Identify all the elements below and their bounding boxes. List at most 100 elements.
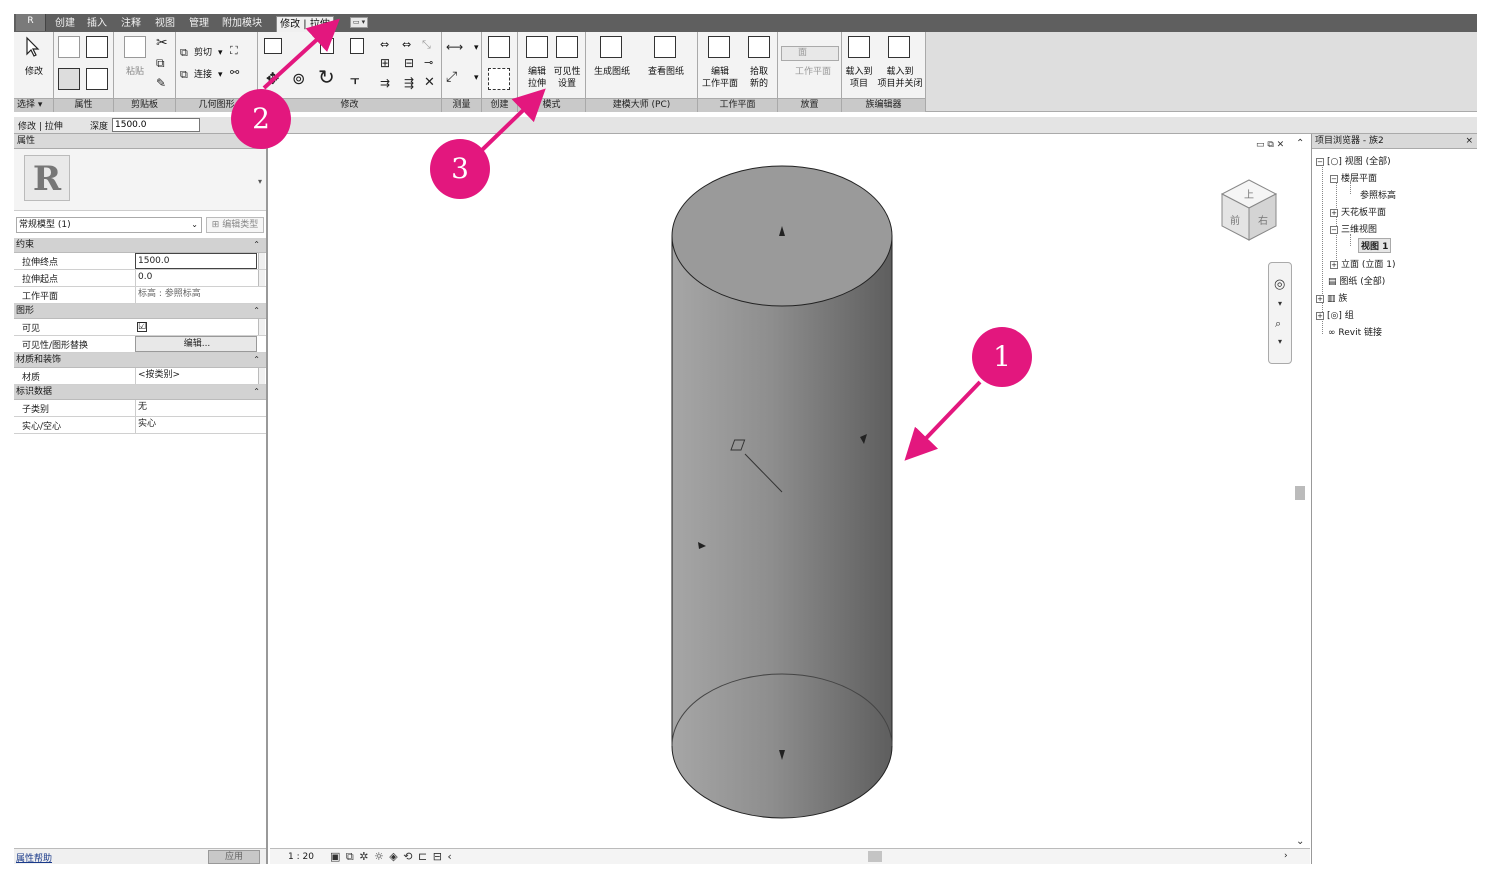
group-constraints[interactable]: 约束 ⌃ xyxy=(14,238,266,253)
collapse-icon[interactable]: − xyxy=(1330,174,1338,183)
tree-node-families[interactable]: + ▥ 族 xyxy=(1316,291,1347,304)
copy-icon[interactable]: ⧉ xyxy=(156,56,165,70)
visible-checkbox[interactable]: ☑ xyxy=(137,322,147,332)
panel-title-select[interactable]: 选择 ▾ xyxy=(14,98,53,112)
tab-insert[interactable]: 插入 xyxy=(84,16,110,32)
visibility-settings-icon[interactable] xyxy=(556,36,578,58)
group-materials[interactable]: 材质和装饰 ⌃ xyxy=(14,353,266,368)
edit-extrusion-icon[interactable] xyxy=(526,36,548,58)
depth-input[interactable] xyxy=(112,118,200,132)
generate-drawing-label[interactable]: 生成图纸 xyxy=(590,66,634,78)
wall-joins-icon[interactable]: ⚯ xyxy=(230,66,239,80)
cut-dropdown[interactable]: ▾ xyxy=(218,47,223,59)
create-group-icon[interactable] xyxy=(488,36,510,58)
tree-node-revit-links[interactable]: ∞ Revit 链接 xyxy=(1328,325,1382,338)
trim-extend-icon[interactable]: ⇶ xyxy=(404,76,414,90)
load-into-project-label[interactable]: 载入到 项目 xyxy=(842,66,876,90)
tab-addins[interactable]: 附加模块 xyxy=(220,16,264,32)
extrusion-start-field[interactable]: 0.0 xyxy=(135,270,257,286)
cut-icon[interactable]: ✂ xyxy=(156,36,168,50)
zoom-region-icon[interactable]: ⌕ xyxy=(1275,317,1281,331)
tree-node-sheets[interactable]: ▤ 图纸 (全部) xyxy=(1328,274,1385,287)
view-control-icons[interactable]: ▣ ⧉ ✲ ☼ ◈ ⟲ ⊏ ⊟ ‹ xyxy=(330,850,453,864)
zoom-dropdown[interactable]: ▾ xyxy=(1278,337,1282,346)
place-on-workplane-button[interactable]: 工作平面 xyxy=(781,66,839,81)
offset-icon[interactable]: ⊟ xyxy=(404,56,414,70)
subcategory-field[interactable]: 无 xyxy=(135,400,257,416)
scrollbar-thumb[interactable] xyxy=(1295,486,1305,500)
collapse-icon[interactable]: ⌃ xyxy=(253,385,260,399)
steering-wheel-icon[interactable]: ◎ xyxy=(1274,277,1285,292)
rotate-icon[interactable]: ↻ xyxy=(318,67,335,87)
collapse-icon[interactable]: ⌃ xyxy=(253,238,260,252)
collapse-icon[interactable]: ⌃ xyxy=(253,353,260,367)
dimension-icon[interactable]: ⤢ xyxy=(446,70,457,84)
visibility-settings-label[interactable]: 可见性 设置 xyxy=(550,66,584,90)
expand-icon[interactable]: + xyxy=(1330,260,1338,269)
split-icon[interactable]: ⇉ xyxy=(380,76,390,90)
pick-new-label[interactable]: 拾取 新的 xyxy=(744,66,774,90)
properties-icon[interactable] xyxy=(58,68,80,90)
edit-extrusion-label[interactable]: 编辑 拉伸 xyxy=(522,66,552,90)
panel-state-toggle[interactable]: ▭ ▾ xyxy=(350,17,368,28)
tab-view[interactable]: 视图 xyxy=(152,16,178,32)
modify-tool-label[interactable]: 修改 xyxy=(18,66,50,78)
mirror-draw-icon[interactable] xyxy=(350,38,364,54)
collapse-icon[interactable]: ⌃ xyxy=(253,304,260,318)
join-geometry-label[interactable]: 连接 xyxy=(194,69,212,81)
cut-geometry-icon[interactable]: ⧉ xyxy=(180,46,188,60)
copy-icon-modify[interactable]: ⊚ xyxy=(292,71,305,87)
cut-geometry-label[interactable]: 剪切 xyxy=(194,47,212,59)
align-icon[interactable] xyxy=(264,38,282,54)
tree-node-groups[interactable]: + [◎] 组 xyxy=(1316,308,1354,321)
view-drawing-label[interactable]: 查看图纸 xyxy=(644,66,688,78)
group-graphics[interactable]: 图形 ⌃ xyxy=(14,304,266,319)
properties-help-link[interactable]: 属性帮助 xyxy=(16,851,52,864)
trim-icon[interactable]: ⫟ xyxy=(350,71,360,87)
wheel-dropdown[interactable]: ▾ xyxy=(1278,299,1282,308)
view-cube[interactable]: 上 前 右 xyxy=(1218,178,1280,244)
tree-node-views[interactable]: − [○] 视图 (全部) xyxy=(1316,154,1391,167)
tree-node-ref-level[interactable]: 参照标高 xyxy=(1360,188,1396,201)
type-properties-icon[interactable] xyxy=(86,68,108,90)
measure-dropdown[interactable]: ▾ xyxy=(474,42,479,54)
scroll-right-arrow[interactable]: › xyxy=(1284,851,1288,861)
expand-icon[interactable]: + xyxy=(1330,208,1338,217)
tab-modify-extrusion[interactable]: 修改 | 拉伸 xyxy=(276,16,334,32)
application-menu-button[interactable]: R xyxy=(16,14,46,31)
move-small-icon[interactable]: ⇔ xyxy=(380,38,389,52)
extrusion-end-field[interactable]: 1500.0 xyxy=(135,253,257,269)
tree-node-elevations[interactable]: + 立面 (立面 1) xyxy=(1330,257,1395,270)
delete-icon[interactable]: ✕ xyxy=(424,76,435,90)
join-geometry-icon[interactable]: ⧉ xyxy=(180,68,188,82)
scroll-down-arrow[interactable]: ⌄ xyxy=(1296,836,1304,847)
edit-type-button[interactable]: ⊞ 编辑类型 xyxy=(206,217,264,233)
pick-new-icon[interactable] xyxy=(748,36,770,58)
cursor-icon[interactable] xyxy=(22,36,44,58)
view-drawing-icon[interactable] xyxy=(654,36,676,58)
close-icon[interactable]: × xyxy=(1465,134,1473,148)
load-and-close-label[interactable]: 载入到 项目并关闭 xyxy=(876,66,924,90)
tab-annotate[interactable]: 注释 xyxy=(118,16,144,32)
apply-button[interactable]: 应用 xyxy=(208,850,260,864)
array-icon[interactable]: ⊞ xyxy=(380,56,390,70)
view-scale[interactable]: 1 : 20 xyxy=(288,852,314,862)
vertical-scrollbar[interactable] xyxy=(1294,142,1306,842)
mirror-axis-icon[interactable] xyxy=(320,38,334,54)
expand-icon[interactable]: + xyxy=(1316,294,1324,303)
move-icon[interactable]: ✥ xyxy=(266,71,279,87)
load-into-project-icon[interactable] xyxy=(848,36,870,58)
edit-workplane-icon[interactable] xyxy=(708,36,730,58)
generate-drawing-icon[interactable] xyxy=(600,36,622,58)
tab-create[interactable]: 创建 xyxy=(52,16,78,32)
paste-icon[interactable] xyxy=(124,36,146,58)
material-field[interactable]: <按类别> xyxy=(135,368,257,384)
create-similar-icon[interactable] xyxy=(488,68,510,90)
family-category-icon[interactable] xyxy=(86,36,108,58)
type-selector[interactable]: 常规模型 (1) ⌄ xyxy=(16,217,202,233)
expand-icon[interactable]: + xyxy=(1316,311,1324,320)
copy-small-icon[interactable]: ⇔ xyxy=(402,38,411,52)
edit-workplane-label[interactable]: 编辑 工作平面 xyxy=(700,66,740,90)
group-identity[interactable]: 标识数据 ⌃ xyxy=(14,385,266,400)
drawing-area[interactable]: ▭ ⧉ ✕ ⌃ 上 前 右 ◎ ▾ ⌕ ▾ ⌄ 1 : 20 ▣ ⧉ ✲ ☼ ◈… xyxy=(270,134,1310,864)
